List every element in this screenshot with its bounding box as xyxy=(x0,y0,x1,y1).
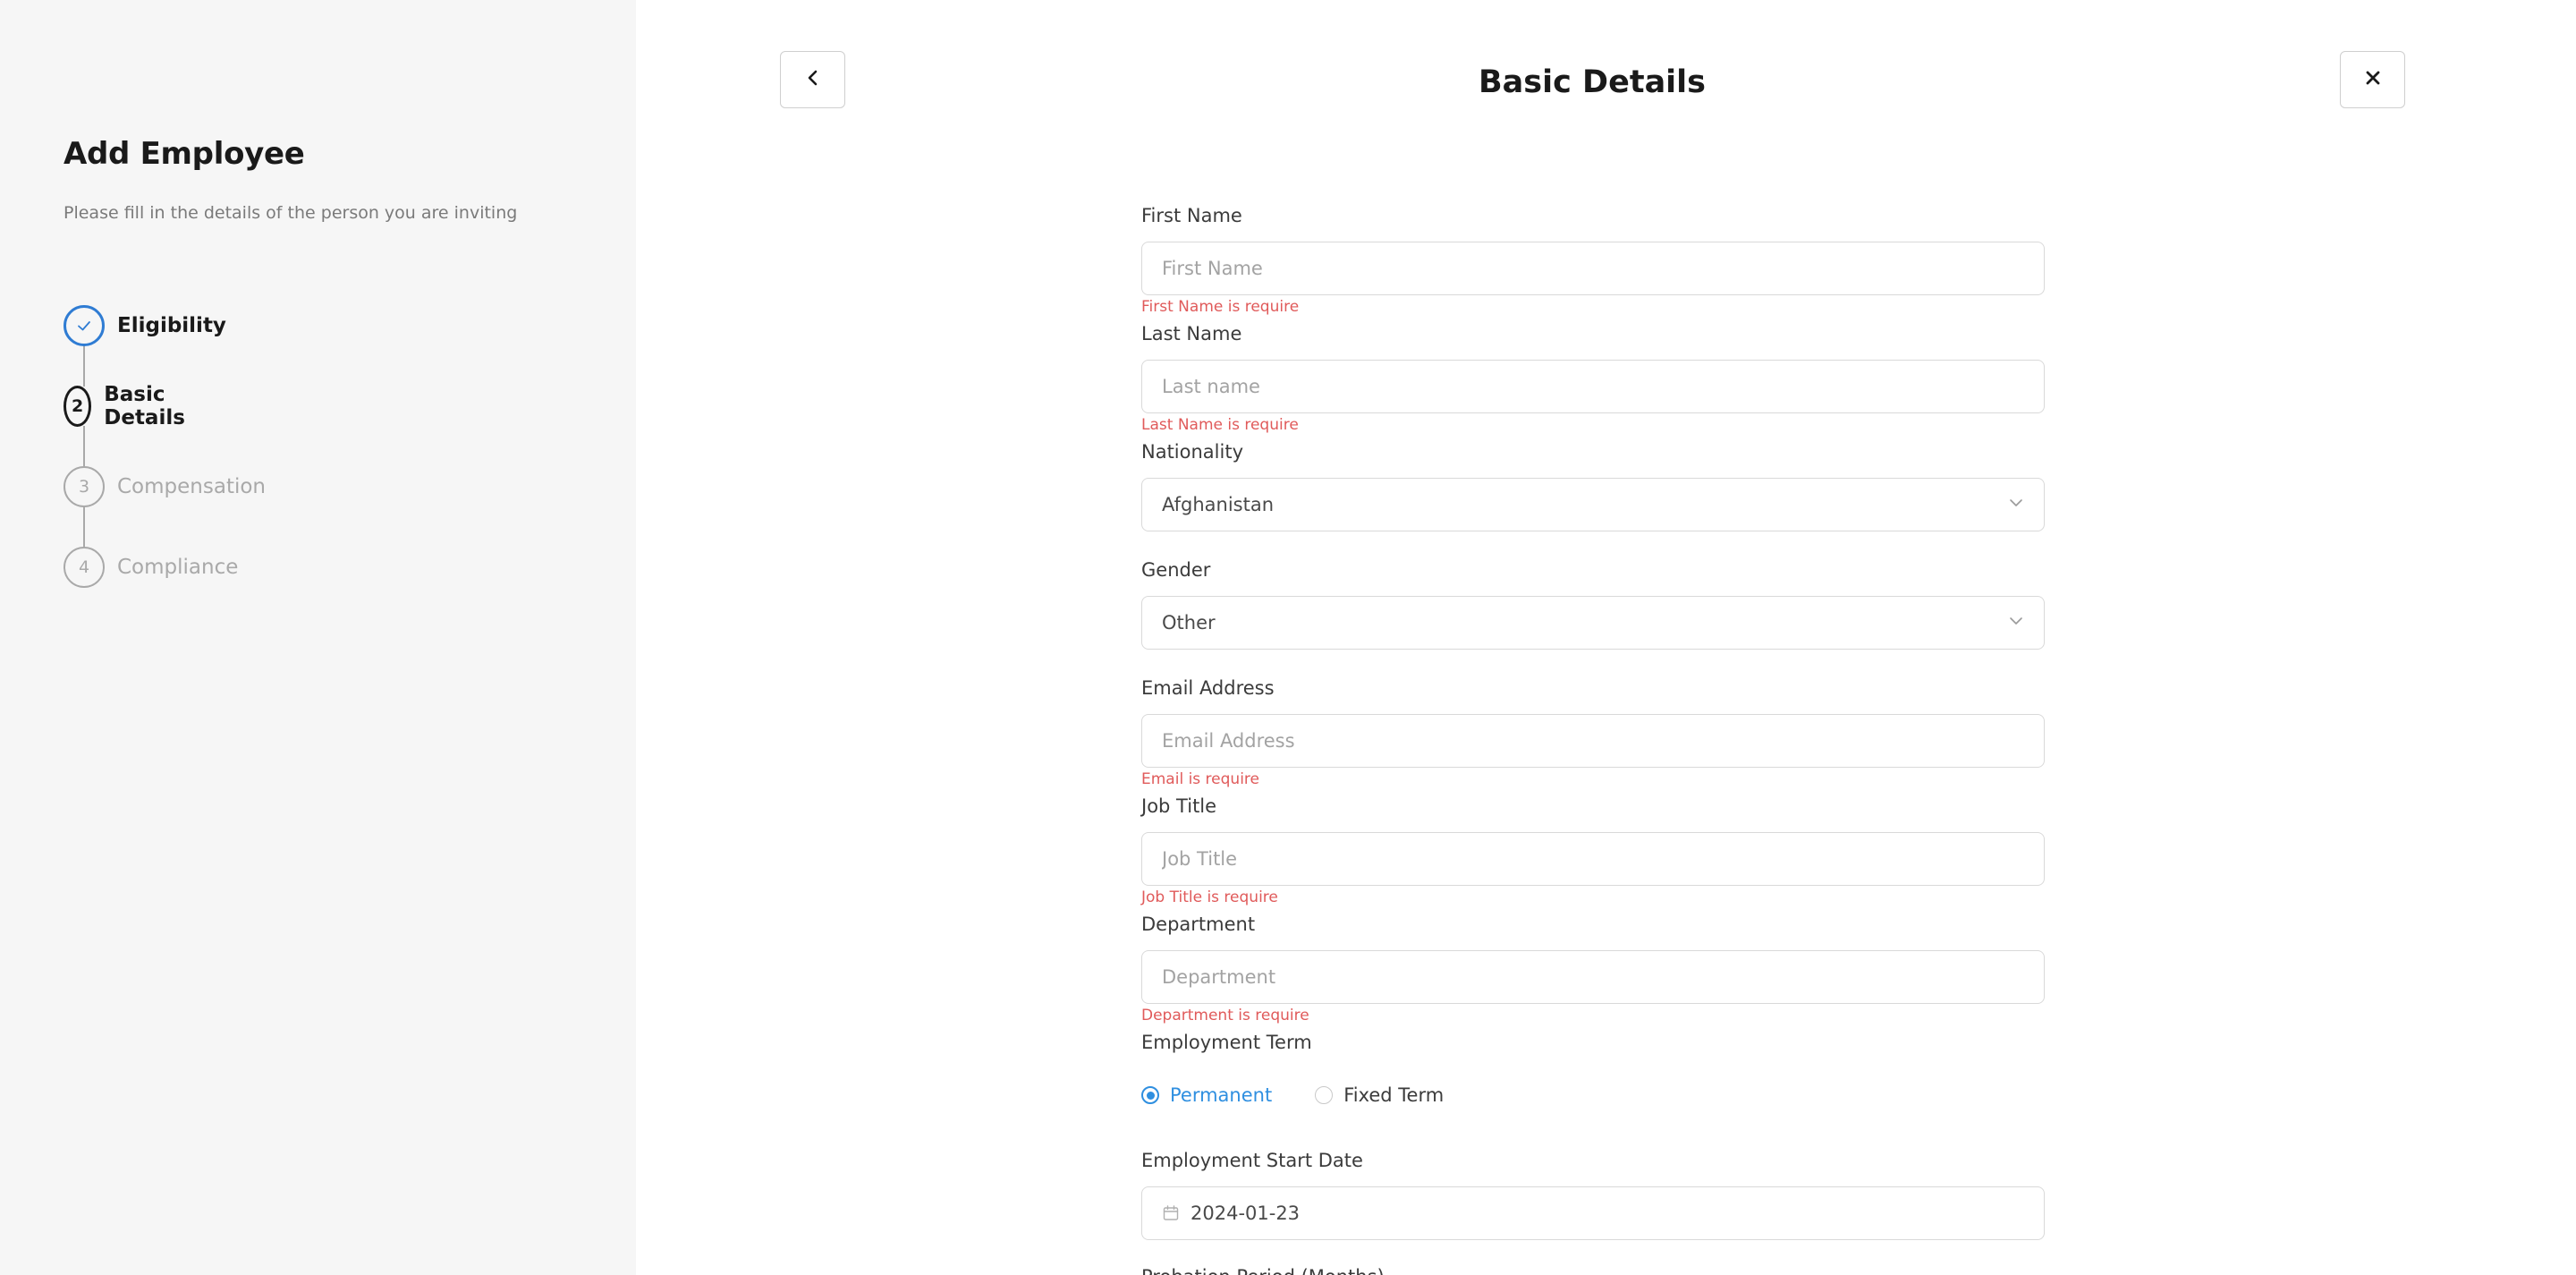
step-number: 2 xyxy=(64,386,92,427)
department-input[interactable] xyxy=(1141,950,2045,1004)
employment-term-radio-group: Permanent Fixed Term xyxy=(1141,1084,1487,1106)
radio-label: Fixed Term xyxy=(1343,1084,1445,1106)
radio-unchecked-icon xyxy=(1315,1086,1334,1104)
sidebar-subtitle: Please fill in the details of the person… xyxy=(64,203,518,223)
last-name-error: Last Name is require xyxy=(1141,416,1299,434)
job-title-label: Job Title xyxy=(1141,795,1217,817)
email-error: Email is require xyxy=(1141,770,1259,788)
nationality-value: Afghanistan xyxy=(1162,494,1275,515)
email-label: Email Address xyxy=(1141,677,1275,699)
radio-permanent[interactable]: Permanent xyxy=(1141,1084,1272,1106)
step-label: Basic Details xyxy=(104,383,185,429)
first-name-error: First Name is require xyxy=(1141,298,1300,316)
back-button[interactable] xyxy=(780,51,845,108)
probation-period-label: Probation Period (Months) xyxy=(1141,1263,1385,1275)
step-number: 3 xyxy=(64,466,105,507)
first-name-label: First Name xyxy=(1141,205,1242,226)
nationality-select[interactable]: Afghanistan xyxy=(1141,478,2045,531)
chevron-down-icon xyxy=(2008,494,2024,515)
radio-fixed-term[interactable]: Fixed Term xyxy=(1315,1084,1444,1106)
chevron-left-icon xyxy=(803,68,823,91)
probation-period-label-text: Probation Period (Months) xyxy=(1141,1265,1385,1275)
job-title-input[interactable] xyxy=(1141,832,2045,886)
step-eligibility[interactable]: Eligibility xyxy=(64,305,226,346)
gender-label: Gender xyxy=(1141,559,1211,581)
department-error: Department is require xyxy=(1141,1007,1309,1024)
check-icon xyxy=(64,305,105,346)
email-input[interactable] xyxy=(1141,714,2045,768)
chevron-down-icon xyxy=(2008,612,2024,633)
close-icon xyxy=(2363,68,2383,91)
start-date-value: 2024-01-23 xyxy=(1191,1203,1301,1224)
step-label: Compensation xyxy=(117,475,266,498)
nationality-label: Nationality xyxy=(1141,441,1244,463)
step-connector xyxy=(83,506,85,549)
close-button[interactable] xyxy=(2340,51,2405,108)
step-basic-details[interactable]: 2 Basic Details xyxy=(64,383,199,429)
calendar-icon xyxy=(1162,1204,1180,1222)
job-title-error: Job Title is require xyxy=(1141,888,1278,906)
gender-value: Other xyxy=(1162,612,1216,633)
department-label: Department xyxy=(1141,914,1256,935)
gender-select[interactable]: Other xyxy=(1141,596,2045,650)
last-name-input[interactable] xyxy=(1141,360,2045,413)
step-connector xyxy=(83,344,85,387)
first-name-input[interactable] xyxy=(1141,242,2045,295)
step-label: Eligibility xyxy=(117,314,226,337)
sidebar: Add Employee Please fill in the details … xyxy=(0,0,636,1275)
sidebar-title: Add Employee xyxy=(64,136,305,172)
step-connector xyxy=(83,426,85,469)
start-date-label: Employment Start Date xyxy=(1141,1150,1363,1171)
page-title: Basic Details xyxy=(1478,64,1707,100)
step-compensation[interactable]: 3 Compensation xyxy=(64,466,266,507)
step-compliance[interactable]: 4 Compliance xyxy=(64,547,238,588)
employment-term-label: Employment Term xyxy=(1141,1032,1312,1053)
start-date-picker[interactable]: 2024-01-23 xyxy=(1141,1186,2045,1240)
step-number: 4 xyxy=(64,547,105,588)
step-label: Compliance xyxy=(117,556,239,579)
last-name-label: Last Name xyxy=(1141,323,1242,344)
radio-checked-icon xyxy=(1141,1086,1159,1104)
radio-label: Permanent xyxy=(1170,1084,1273,1106)
